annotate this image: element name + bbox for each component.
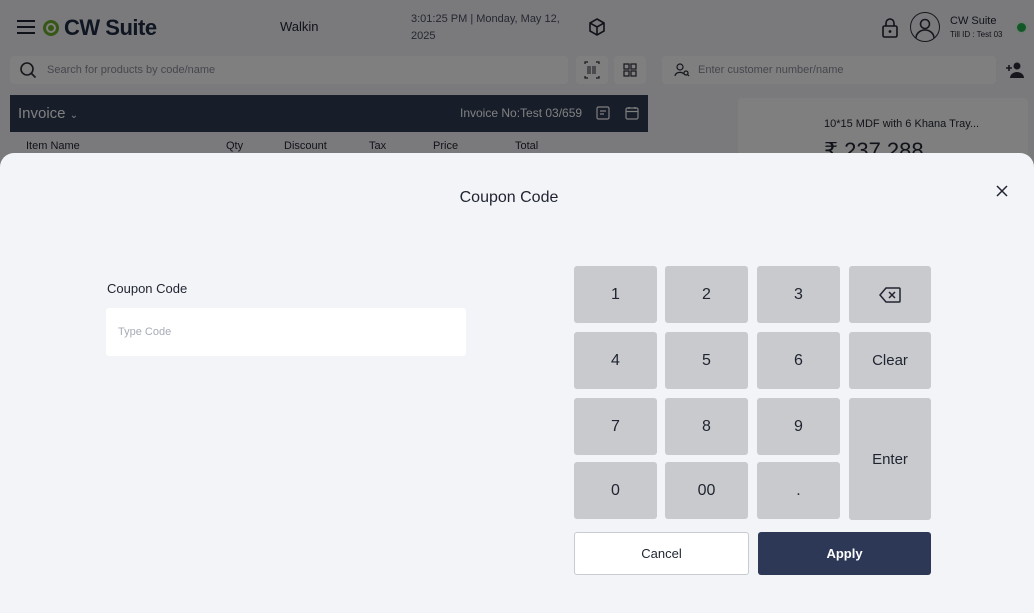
coupon-code-input[interactable]: [106, 308, 466, 356]
key-decimal[interactable]: .: [757, 462, 840, 519]
key-5[interactable]: 5: [665, 332, 748, 389]
coupon-code-label: Coupon Code: [107, 281, 188, 296]
coupon-code-modal: Coupon Code Coupon Code 1 2 3 4 5 6 Clea…: [0, 153, 1034, 613]
key-2[interactable]: 2: [665, 266, 748, 323]
key-4[interactable]: 4: [574, 332, 657, 389]
key-7[interactable]: 7: [574, 398, 657, 455]
close-icon[interactable]: [992, 181, 1012, 201]
key-00[interactable]: 00: [665, 462, 748, 519]
backspace-button[interactable]: [849, 266, 931, 323]
apply-button[interactable]: Apply: [758, 532, 931, 575]
backspace-icon: [879, 286, 901, 303]
key-1[interactable]: 1: [574, 266, 657, 323]
modal-title: Coupon Code: [459, 189, 559, 206]
key-6[interactable]: 6: [757, 332, 840, 389]
key-0[interactable]: 0: [574, 462, 657, 519]
cancel-button[interactable]: Cancel: [574, 532, 749, 575]
key-8[interactable]: 8: [665, 398, 748, 455]
enter-button[interactable]: Enter: [849, 398, 931, 520]
key-3[interactable]: 3: [757, 266, 840, 323]
clear-button[interactable]: Clear: [849, 332, 931, 389]
key-9[interactable]: 9: [757, 398, 840, 455]
